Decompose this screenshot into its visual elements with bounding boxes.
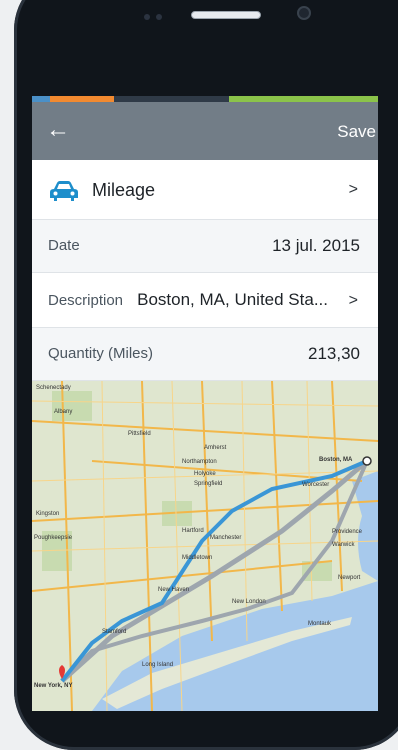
date-row[interactable]: Date 13 jul. 2015: [32, 220, 378, 273]
map-label: Holyoke: [194, 471, 216, 477]
quantity-row[interactable]: Quantity (Miles) 213,30: [32, 328, 378, 381]
map-label: Schenectady: [36, 385, 71, 391]
map-label: New York, NY: [34, 683, 72, 689]
map-label: Providence: [332, 529, 363, 535]
chevron-right-icon: >: [348, 292, 358, 309]
map-label: Boston, MA: [319, 457, 353, 463]
map-label: Albany: [54, 409, 72, 415]
description-value: Boston, MA, United Sta...: [137, 290, 328, 309]
map-label: Amherst: [204, 445, 227, 451]
description-row[interactable]: Description Boston, MA, United Sta... >: [32, 273, 378, 328]
category-row[interactable]: Mileage >: [32, 160, 378, 220]
date-label: Date: [48, 237, 80, 254]
quantity-label: Quantity (Miles): [48, 345, 154, 362]
quantity-value: 213,30: [308, 344, 360, 363]
save-button[interactable]: Save: [337, 122, 376, 142]
map-label: Kingston: [36, 511, 59, 517]
earpiece-speaker: [191, 11, 261, 19]
map-label: Springfield: [194, 481, 222, 487]
route-map[interactable]: Schenectady Albany Pittsfield Amherst No…: [32, 381, 378, 711]
description-label: Description: [48, 292, 124, 309]
map-label: Long Island: [142, 662, 173, 668]
chevron-right-icon: >: [348, 181, 358, 198]
map-label: Stamford: [102, 629, 126, 635]
app-toolbar: ← Save: [32, 102, 378, 160]
car-icon: [50, 181, 78, 201]
map-label: Montauk: [308, 621, 332, 627]
app-screen: ← Save Mileage > Date 13 jul. 2015 Descr…: [32, 96, 378, 711]
sensor-dot: [144, 14, 150, 20]
map-label: Manchester: [210, 535, 241, 541]
map-label: Poughkeepsie: [34, 535, 73, 541]
map-label: Newport: [338, 575, 361, 581]
date-value: 13 jul. 2015: [272, 236, 360, 255]
map-label: Worcester: [302, 482, 329, 488]
front-camera: [297, 6, 311, 20]
map-label: New London: [232, 599, 266, 605]
map-label: Hartford: [182, 528, 204, 534]
map-label: New Haven: [158, 587, 189, 593]
category-label: Mileage: [92, 180, 156, 200]
map-label: Warwick: [332, 542, 355, 548]
map-label: Middletown: [182, 555, 212, 561]
arrow-left-icon[interactable]: ←: [46, 118, 70, 142]
sensor-dot: [156, 14, 162, 20]
map-label: Pittsfield: [128, 431, 151, 437]
map-label: Northampton: [182, 459, 217, 465]
